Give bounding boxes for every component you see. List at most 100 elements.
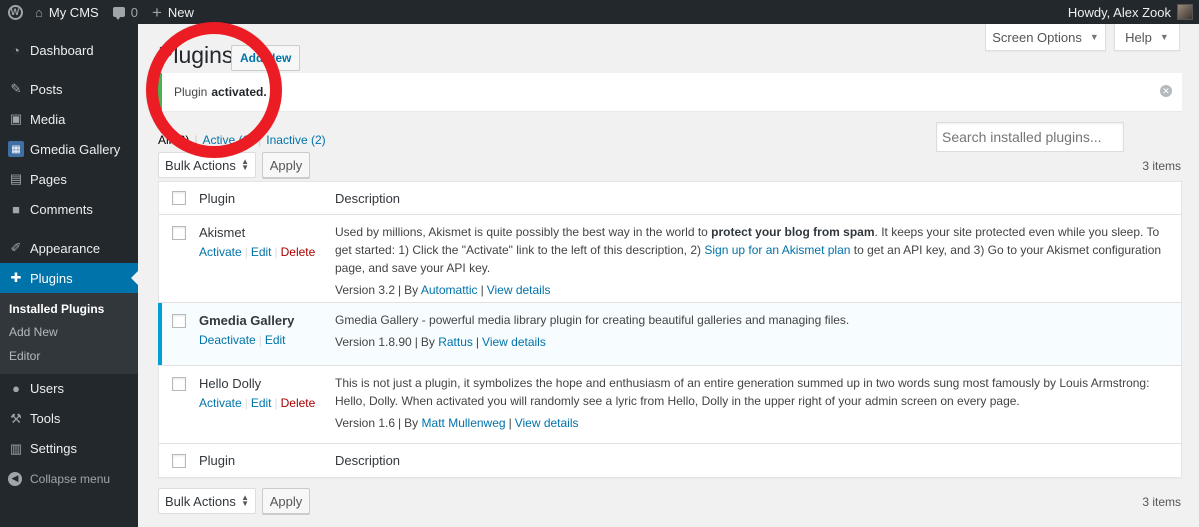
wrench-icon: ⚒ <box>10 410 22 426</box>
sidebar-item-label: Plugins <box>30 270 73 286</box>
admin-bar: W ⌂ My CMS 0 + New Howdy, Alex Zook <box>0 0 1199 24</box>
pages-icon: ▤ <box>9 171 23 186</box>
author-link[interactable]: Automattic <box>421 283 478 297</box>
sidebar-item-pages[interactable]: ▤ Pages <box>0 164 138 194</box>
plugin-meta: Version 1.8.90 | By Rattus | View details <box>335 335 546 349</box>
filter-all[interactable]: All (3) <box>158 133 189 147</box>
submenu-installed-plugins[interactable]: Installed Plugins <box>0 297 138 321</box>
sidebar-item-appearance[interactable]: ✐ Appearance <box>0 233 138 263</box>
bulk-actions-label: Bulk Actions <box>165 157 236 173</box>
sidebar-item-gmedia-gallery[interactable]: ▦ Gmedia Gallery <box>0 134 138 164</box>
signup-akismet-link[interactable]: Sign up for an Akismet plan <box>704 243 850 257</box>
sidebar-item-label: Appearance <box>30 240 101 256</box>
view-details-link[interactable]: View details <box>487 283 551 297</box>
account-menu[interactable]: Howdy, Alex Zook <box>1061 0 1199 24</box>
dismiss-icon[interactable]: ✕ <box>1160 85 1172 97</box>
comments-link[interactable]: 0 <box>106 0 145 24</box>
page-title: Plugins <box>158 42 234 68</box>
notice-strong-text: activated. <box>211 85 267 99</box>
plugin-meta: Version 1.6 | By Matt Mullenweg | View detai… <box>335 416 579 430</box>
plugin-name: Gmedia Gallery <box>199 313 295 328</box>
screen-options-label: Screen Options <box>992 29 1082 45</box>
greeting-label: Howdy, Alex Zook <box>1067 4 1171 20</box>
sidebar-item-label: Comments <box>30 201 93 217</box>
row-actions: Activate | Edit | Delete <box>199 245 316 259</box>
dashboard-icon: ◔ <box>12 42 20 58</box>
view-details-link[interactable]: View details <box>482 335 546 349</box>
by-label: By <box>404 283 419 297</box>
edit-link[interactable]: Edit <box>251 245 272 259</box>
sidebar-item-dashboard[interactable]: ◔ Dashboard <box>0 35 138 65</box>
caret-down-icon: ▼ <box>1089 32 1099 42</box>
sidebar-item-media[interactable]: ▣ Media <box>0 104 138 134</box>
sidebar-item-users[interactable]: ● Users <box>0 374 138 404</box>
tablenav-bottom: Bulk Actions ▲ ▼ Apply <box>158 488 310 514</box>
author-link[interactable]: Rattus <box>438 335 473 349</box>
activate-link[interactable]: Activate <box>199 245 242 259</box>
sidebar-item-label: Pages <box>30 171 67 187</box>
sidebar-item-settings[interactable]: ▥ Settings <box>0 434 138 464</box>
comment-bubble-icon <box>112 7 125 20</box>
table-row: Gmedia Gallery Deactivate | Edit Gmedia Ga… <box>158 303 1181 366</box>
collapse-menu-label: Collapse menu <box>30 471 111 486</box>
sidebar-item-label: Posts <box>30 81 63 97</box>
admin-sidebar: ◔ Dashboard ✎ Posts ▣ Media ▦ Gmedia Gal… <box>0 24 138 527</box>
sidebar-item-label: Media <box>30 111 66 127</box>
sidebar-item-label: Users <box>30 381 64 396</box>
submenu-editor[interactable]: Editor <box>0 344 138 368</box>
items-count: 3 items <box>1142 159 1181 173</box>
plugin-version: Version 1.6 <box>335 416 396 430</box>
collapse-menu-button[interactable]: ◀ Collapse menu <box>0 464 138 494</box>
edit-link[interactable]: Edit <box>265 333 286 347</box>
delete-link[interactable]: Delete <box>281 245 316 259</box>
select-all-checkbox[interactable] <box>172 191 186 205</box>
filter-inactive[interactable]: Inactive (2) <box>266 133 325 147</box>
new-content-link[interactable]: + New <box>145 0 201 24</box>
submenu-add-new[interactable]: Add New <box>0 321 138 345</box>
site-name-label: My CMS <box>48 4 99 20</box>
row-checkbox[interactable] <box>172 226 186 240</box>
search-plugins-input[interactable] <box>936 122 1124 152</box>
select-all-checkbox[interactable] <box>172 453 186 468</box>
collapse-arrow-icon: ◀ <box>8 471 22 486</box>
media-icon: ▣ <box>9 111 23 126</box>
row-checkbox[interactable] <box>172 314 186 328</box>
by-label: By <box>420 335 435 349</box>
bulk-actions-select[interactable]: Bulk Actions ▲ ▼ <box>158 488 256 514</box>
notice-text: Plugin <box>174 85 208 99</box>
delete-link[interactable]: Delete <box>281 396 316 410</box>
edit-link[interactable]: Edit <box>251 396 272 410</box>
bulk-actions-select[interactable]: Bulk Actions ▲ ▼ <box>158 152 256 178</box>
plugins-table: Plugin Description Akismet Activate | Edit… <box>158 181 1182 478</box>
add-new-button[interactable]: Add New <box>231 45 301 71</box>
filter-active[interactable]: Active (1) <box>202 133 253 147</box>
site-name-link[interactable]: ⌂ My CMS <box>28 0 106 24</box>
tablenav-top: Bulk Actions ▲ ▼ Apply <box>158 152 310 178</box>
home-icon: ⌂ <box>35 4 43 20</box>
wordpress-logo-icon[interactable]: W <box>2 0 28 24</box>
comment-icon: ■ <box>12 201 20 217</box>
sidebar-item-plugins[interactable]: ✚ Plugins <box>0 263 138 293</box>
author-link[interactable]: Matt Mullenweg <box>422 416 506 430</box>
plugin-description: Gmedia Gallery - powerful media library … <box>335 313 850 327</box>
screen-options-button[interactable]: Screen Options ▼ <box>985 24 1106 51</box>
help-button[interactable]: Help ▼ <box>1114 24 1180 51</box>
sidebar-item-tools[interactable]: ⚒ Tools <box>0 404 138 434</box>
activate-link[interactable]: Activate <box>199 396 242 410</box>
deactivate-link[interactable]: Deactivate <box>199 333 256 347</box>
column-header-plugin: Plugin <box>199 190 236 206</box>
sidebar-item-label: Settings <box>30 441 77 456</box>
plugin-icon: ✚ <box>10 270 22 285</box>
apply-button[interactable]: Apply <box>262 488 310 514</box>
by-label: By <box>404 416 419 430</box>
sidebar-item-posts[interactable]: ✎ Posts <box>0 74 138 104</box>
table-footer: Plugin Description <box>159 444 1181 477</box>
view-details-link[interactable]: View details <box>515 416 579 430</box>
row-actions: Deactivate | Edit <box>199 333 286 347</box>
column-header-description: Description <box>335 190 401 206</box>
main-content: Screen Options ▼ Help ▼ Plugins Add New Pl… <box>138 24 1199 527</box>
apply-button[interactable]: Apply <box>262 152 310 178</box>
row-checkbox[interactable] <box>172 377 186 391</box>
plugin-status-filters: All (3) | Active (1) | Inactive (2) <box>158 133 326 147</box>
sidebar-item-comments[interactable]: ■ Comments <box>0 194 138 224</box>
